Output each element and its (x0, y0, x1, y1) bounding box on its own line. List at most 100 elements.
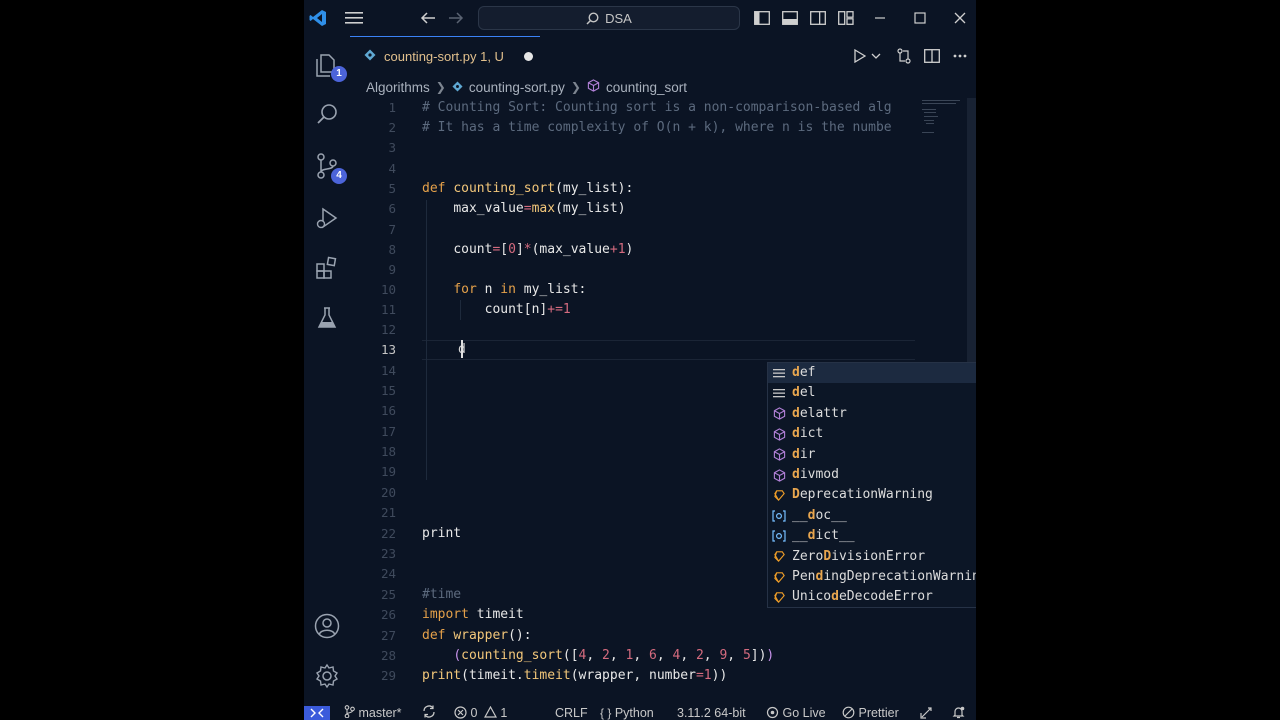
suggestion-item-divmod[interactable]: divmod (768, 465, 976, 485)
code-line-10: for n in my_list: (453, 282, 587, 297)
suggestion-item-dict[interactable]: dict (768, 424, 976, 444)
source-control-icon[interactable]: 4 (311, 150, 347, 184)
go-live-status[interactable]: Go Live (766, 704, 826, 720)
variable-icon (772, 509, 786, 523)
suggestion-item-doc[interactable]: __doc__ (768, 506, 976, 526)
prettier-status[interactable]: Prettier (842, 704, 899, 720)
problems-status[interactable]: 0 1 (454, 704, 507, 720)
keyword-icon (772, 366, 786, 380)
toggle-panel-icon[interactable] (780, 8, 800, 28)
unsaved-dot-icon[interactable] (523, 52, 533, 61)
go-live-label: Go Live (782, 706, 826, 720)
suggestion-label: delattr (792, 405, 847, 421)
breadcrumb-folder[interactable]: Algorithms (366, 80, 430, 95)
status-bar: master* 0 1 CRLF { } Python 3.11.2 64-bi… (304, 704, 976, 720)
line-number: 2 (388, 120, 396, 135)
forward-arrow-icon[interactable] (446, 8, 466, 28)
text-cursor (461, 340, 463, 358)
suggestion-item-def[interactable]: def (768, 363, 976, 383)
suggestion-item-delattr[interactable]: delattr (768, 404, 976, 424)
line-number: 28 (380, 648, 396, 663)
sync-icon[interactable] (422, 704, 436, 720)
customize-layout-icon[interactable] (836, 8, 856, 28)
suggestion-item-pendingdeprecationwarning[interactable]: PendingDeprecationWarning (768, 567, 976, 587)
code-line-1: # Counting Sort: Counting sort is a non-… (422, 100, 892, 115)
warning-icon (483, 705, 497, 718)
tab-label: counting-sort.py 1, U (384, 49, 504, 64)
tab-counting-sort[interactable]: counting-sort.py 1, U (350, 36, 540, 76)
suggestion-item-deprecationwarning[interactable]: DeprecationWarning (768, 485, 976, 505)
run-dropdown-chevron-icon[interactable] (866, 46, 886, 66)
search-box-label: DSA (605, 10, 632, 26)
notifications-bell-icon[interactable] (952, 704, 965, 720)
more-actions-icon[interactable] (950, 46, 970, 66)
suggestion-item-dir[interactable]: dir (768, 445, 976, 465)
suggestion-item-dict[interactable]: __dict__ (768, 526, 976, 546)
account-icon[interactable] (311, 610, 343, 642)
broadcast-icon (766, 706, 779, 719)
line-number: 27 (380, 628, 396, 643)
error-icon (454, 706, 467, 719)
eol-status[interactable]: CRLF (555, 704, 588, 720)
suggestion-item-unicodedecodeerror[interactable]: UnicodeDecodeError (768, 587, 976, 607)
suggestion-item-zerodivisionerror[interactable]: ZeroDivisionError (768, 547, 976, 567)
class-warning-icon (772, 550, 786, 564)
feedback-icon[interactable] (920, 704, 934, 720)
split-editor-icon[interactable] (922, 46, 942, 66)
error-count: 0 (470, 706, 478, 720)
suggestion-label: divmod (792, 467, 839, 482)
code-line-5: def counting_sort(my_list): (422, 181, 634, 196)
code-line-27: def wrapper(): (422, 628, 532, 643)
testing-flask-icon[interactable] (311, 302, 343, 334)
suggestion-label: PendingDeprecationWarning (792, 569, 976, 584)
code-line-11: count[n]+=1 (484, 302, 571, 317)
source-control-badge: 4 (331, 168, 347, 184)
toggle-secondary-sidebar-icon[interactable] (808, 8, 828, 28)
toggle-primary-sidebar-icon[interactable] (752, 8, 772, 28)
activity-bar: 1 4 (304, 36, 350, 706)
line-number: 29 (380, 668, 396, 683)
breadcrumb-chevron-icon: ❯ (570, 80, 581, 94)
run-and-debug-icon[interactable] (311, 202, 343, 234)
maximize-icon[interactable] (910, 8, 930, 28)
language-mode: Python (614, 706, 654, 720)
minimize-icon[interactable] (870, 8, 890, 28)
prettier-label: Prettier (858, 706, 899, 720)
class-warning-icon (772, 570, 786, 584)
breadcrumb-file[interactable]: counting-sort.py (469, 80, 565, 95)
remote-indicator-icon[interactable] (304, 706, 330, 720)
extensions-icon[interactable] (311, 252, 343, 284)
python-file-icon (364, 49, 376, 64)
line-number: 21 (380, 505, 396, 520)
line-number: 26 (380, 607, 396, 622)
code-line-6: max_value=max(my_list) (453, 201, 626, 216)
git-branch-icon (344, 705, 355, 719)
close-icon[interactable] (950, 8, 970, 28)
class-warning-icon (772, 590, 786, 604)
minimap[interactable] (920, 98, 966, 148)
line-number: 11 (380, 302, 396, 317)
language-status[interactable]: { } Python (600, 704, 654, 720)
breadcrumb-file-icon (452, 80, 463, 95)
search-icon[interactable] (311, 98, 343, 130)
back-arrow-icon[interactable] (418, 8, 438, 28)
branch-status[interactable]: master* (344, 704, 402, 720)
code-line-26: import timeit (422, 607, 524, 622)
compare-changes-icon[interactable] (894, 46, 914, 66)
breadcrumb-symbol[interactable]: counting_sort (606, 80, 687, 95)
command-center-search[interactable]: DSA (478, 6, 740, 30)
line-number: 14 (380, 363, 396, 378)
settings-gear-icon[interactable] (311, 660, 343, 692)
editor-tabs: counting-sort.py 1, U (350, 36, 976, 76)
line-number: 12 (380, 322, 396, 337)
line-number: 8 (388, 242, 396, 257)
line-number: 7 (388, 222, 396, 237)
menu-icon[interactable] (344, 8, 364, 28)
explorer-icon[interactable]: 1 (311, 48, 347, 82)
suggestion-item-del[interactable]: del (768, 383, 976, 403)
line-number: 13 (380, 342, 396, 357)
line-number: 17 (380, 424, 396, 439)
interpreter-status[interactable]: 3.11.2 64-bit (677, 704, 746, 720)
method-icon (772, 468, 786, 482)
line-number: 22 (380, 526, 396, 541)
